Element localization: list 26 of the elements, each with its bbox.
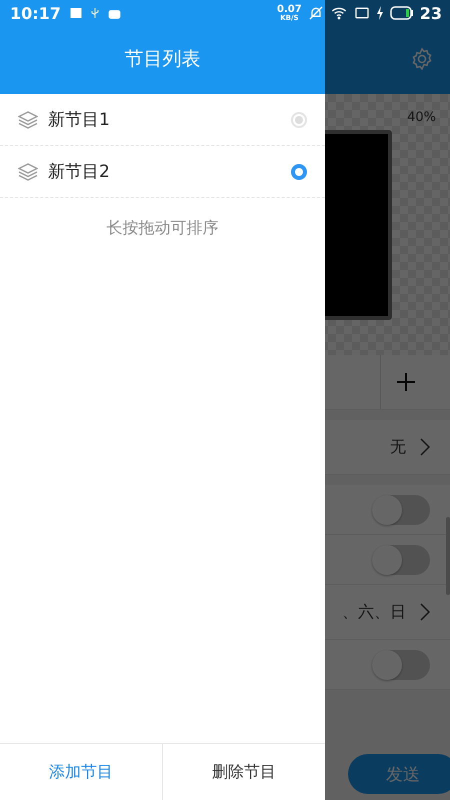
row-value: 无	[390, 436, 406, 458]
program-item[interactable]: 新节目2	[0, 146, 325, 198]
chevron-right-icon[interactable]	[420, 603, 430, 621]
charging-icon	[376, 6, 384, 20]
row-value: 、六、日	[342, 602, 406, 622]
layers-icon	[18, 162, 38, 180]
program-item[interactable]: 新节目1	[0, 94, 325, 146]
radio-button[interactable]	[291, 112, 307, 128]
radio-button[interactable]	[291, 164, 307, 180]
settings-icon[interactable]	[410, 47, 434, 71]
layers-icon	[18, 110, 38, 128]
sim-card-icon	[354, 5, 370, 21]
drawer-title: 节目列表	[124, 47, 200, 72]
toggle-switch[interactable]	[372, 494, 430, 524]
status-time: 10:17	[10, 4, 61, 22]
battery-icon	[390, 6, 414, 20]
toggle-switch[interactable]	[372, 544, 430, 574]
muted-bell-icon	[308, 5, 324, 21]
usb-icon	[88, 5, 101, 21]
zoom-level: 40%	[407, 110, 436, 125]
wifi-icon	[330, 5, 348, 21]
sort-hint: 长按拖动可排序	[106, 218, 218, 239]
plus-icon	[396, 373, 414, 391]
chevron-right-icon[interactable]	[420, 438, 430, 456]
battery-level: 23	[420, 4, 442, 22]
toggle-switch[interactable]	[372, 650, 430, 680]
